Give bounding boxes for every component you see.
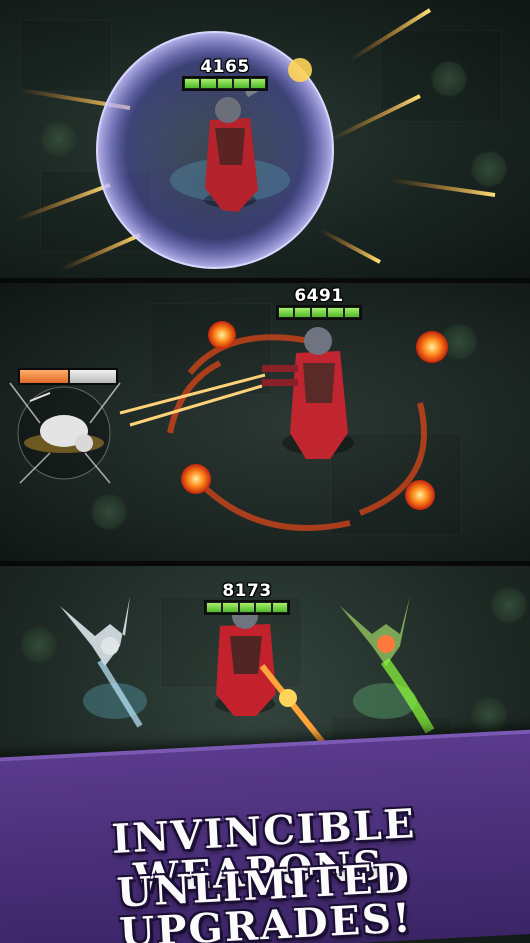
hero-hp-value: 4165 <box>200 57 250 77</box>
bat-familiar-ghost-icon <box>60 596 147 728</box>
scene-art <box>9 321 448 531</box>
hero-hp-bar: 4165 <box>182 57 268 93</box>
scene-fireball-panel: 6491 <box>0 283 530 561</box>
scene-art <box>14 8 496 272</box>
hero-hp-track <box>182 76 268 91</box>
game-screen: 4165 6491 8173 INVINCIBLE WEAPONS, UNLIM… <box>0 0 530 943</box>
hero-hp-track <box>204 600 290 615</box>
hero-hp-bar: 6491 <box>276 286 362 322</box>
enemy-hp-bar <box>18 368 118 385</box>
enemy-hp-remaining <box>70 370 116 383</box>
hero-gunslinger-icon <box>262 327 354 459</box>
rat-enemy-icon <box>9 382 121 484</box>
muzzle-flash-icon <box>288 58 312 82</box>
bat-familiar-poison-icon <box>340 596 435 734</box>
enemy-hp-fill <box>20 370 68 383</box>
hero-gunslinger-icon <box>215 603 335 756</box>
scene-shield-panel: 4165 <box>0 0 530 278</box>
hero-hp-bar: 8173 <box>204 581 290 617</box>
hero-hp-value: 8173 <box>222 581 272 601</box>
hero-hp-value: 6491 <box>294 286 344 306</box>
hero-hp-track <box>276 305 362 320</box>
